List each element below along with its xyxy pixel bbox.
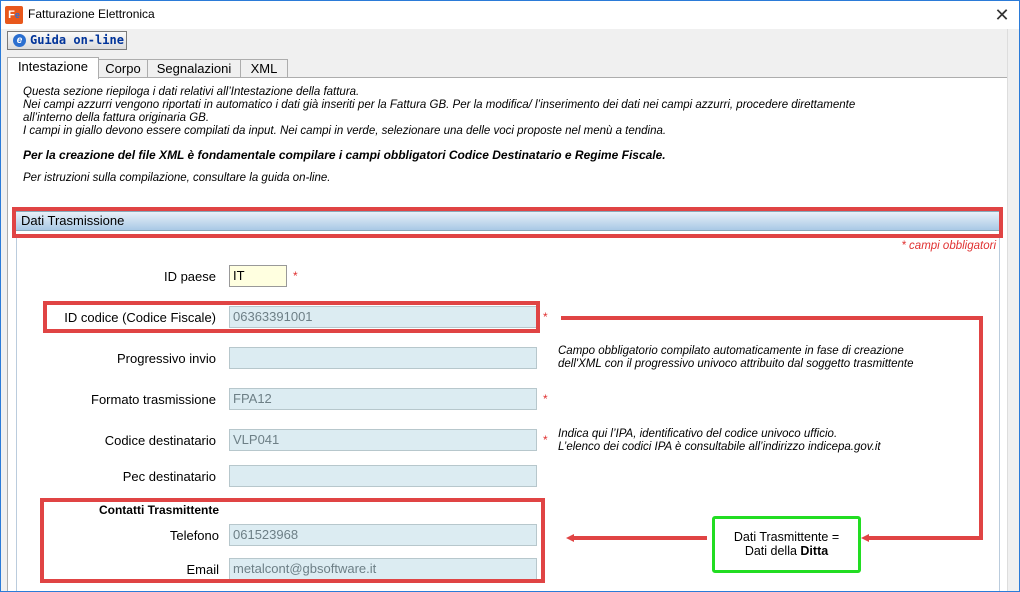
intro-line-3: all’interno della fattura originaria GB. (23, 112, 210, 124)
vertical-scrollbar[interactable] (1007, 29, 1019, 591)
callout-line-2-prefix: Dati della (744, 544, 801, 558)
highlight-frame-id-codice (43, 301, 540, 333)
progressivo-note-2: dell'XML con il progressivo univoco attr… (558, 358, 914, 370)
guide-online-button[interactable]: e Guida on-line (7, 31, 127, 50)
tab-xml[interactable]: XML (240, 59, 288, 78)
title-bar: Fe Fatturazione Elettronica ✕ (1, 1, 1019, 29)
fe-app-icon: Fe (5, 6, 23, 24)
connector-line-top (561, 316, 983, 320)
guide-online-label: Guida on-line (30, 33, 124, 47)
intro-guide-note: Per istruzioni sulla compilazione, consu… (23, 172, 331, 184)
close-button[interactable]: ✕ (985, 1, 1019, 29)
intro-line-1: Questa sezione riepiloga i dati relativi… (23, 86, 360, 98)
id-paese-label: ID paese (163, 269, 216, 284)
required-fields-note: * campi obbligatori (901, 240, 996, 252)
intro-line-2: Nei campi azzurri vengono riportati in a… (23, 99, 856, 111)
progressivo-label: Progressivo invio (117, 351, 216, 366)
intro-bold-note: Per la creazione del file XML è fondamen… (23, 148, 666, 162)
formato-required: * (543, 392, 548, 406)
arrow-head-left (566, 534, 574, 542)
progressivo-input[interactable] (229, 347, 537, 369)
connector-line-vertical (979, 316, 983, 539)
pec-label: Pec destinatario (122, 469, 216, 484)
formato-label: Formato trasmissione (91, 392, 216, 407)
callout-line-1: Dati Trasmittente = (733, 530, 840, 544)
connector-line-bottom-left (573, 536, 707, 540)
highlight-frame-section (12, 207, 1003, 238)
main-window: Fe Fatturazione Elettronica ✕ e Guida on… (0, 0, 1020, 592)
codice-dest-note-2: L’elenco dei codici IPA è consultabile a… (558, 441, 881, 453)
window-title: Fatturazione Elettronica (28, 7, 155, 21)
intro-line-4: I campi in giallo devono essere compilat… (23, 125, 667, 137)
arrow-head-right (861, 534, 869, 542)
id-codice-required: * (543, 310, 548, 324)
codice-dest-input[interactable]: VLP041 (229, 429, 537, 451)
codice-dest-label: Codice destinatario (104, 433, 216, 448)
codice-dest-note-1: Indica qui l’IPA, identificativo del cod… (558, 428, 838, 440)
tab-intestazione[interactable]: Intestazione (7, 57, 99, 79)
tab-corpo[interactable]: Corpo (98, 59, 148, 78)
codice-dest-required: * (543, 433, 548, 447)
callout-line-2: Dati della Ditta (715, 544, 858, 558)
id-paese-required: * (293, 269, 298, 283)
browser-icon: e (13, 34, 26, 47)
connector-line-bottom-right (867, 536, 983, 540)
id-paese-input[interactable]: IT (229, 265, 287, 287)
callout-line-2-bold: Ditta (800, 544, 829, 558)
pec-input[interactable] (229, 465, 537, 487)
formato-input[interactable]: FPA12 (229, 388, 537, 410)
callout-box: Dati Trasmittente = Dati della Ditta (712, 516, 861, 573)
highlight-frame-contatti (40, 498, 545, 583)
tab-segnalazioni[interactable]: Segnalazioni (147, 59, 241, 78)
progressivo-note-1: Campo obbligatorio compilato automaticam… (558, 345, 904, 357)
